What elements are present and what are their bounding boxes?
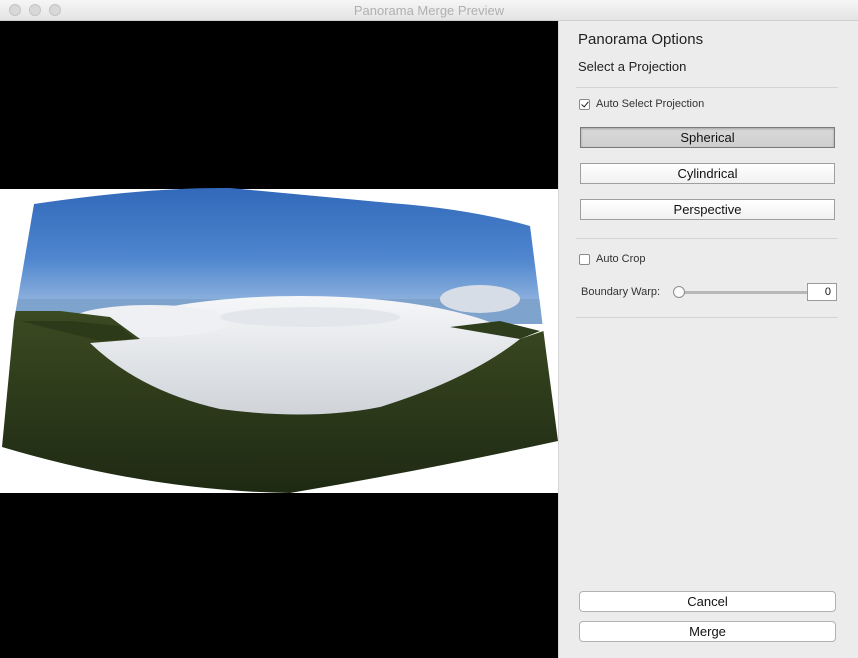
auto-select-projection-checkbox[interactable]: Auto Select Projection xyxy=(579,98,704,110)
panorama-preview xyxy=(0,21,558,658)
spherical-projection-button[interactable]: Spherical xyxy=(580,127,835,148)
auto-crop-checkbox[interactable]: Auto Crop xyxy=(579,253,646,265)
boundary-warp-slider-thumb[interactable] xyxy=(673,286,685,298)
auto-select-projection-label: Auto Select Projection xyxy=(596,98,705,110)
panel-title: Panorama Options xyxy=(578,31,704,48)
projection-heading: Select a Projection xyxy=(578,59,687,74)
cancel-button[interactable]: Cancel xyxy=(579,591,836,612)
title-bar[interactable]: Panorama Merge Preview xyxy=(0,0,858,21)
boundary-warp-slider[interactable] xyxy=(677,291,821,294)
checkbox-unchecked-icon[interactable] xyxy=(579,253,590,265)
panorama-options-panel: Panorama Options Select a Projection Aut… xyxy=(558,21,858,658)
boundary-warp-label: Boundary Warp: xyxy=(581,286,661,298)
panorama-image xyxy=(0,187,558,493)
merge-button[interactable]: Merge xyxy=(579,621,836,642)
divider xyxy=(576,238,838,239)
divider xyxy=(576,317,838,318)
panorama-merge-window: Panorama Merge Preview Panorama Options … xyxy=(0,0,858,658)
boundary-warp-value-field[interactable] xyxy=(807,283,837,301)
cylindrical-projection-button[interactable]: Cylindrical xyxy=(580,163,835,184)
perspective-projection-button[interactable]: Perspective xyxy=(580,199,835,220)
auto-crop-label: Auto Crop xyxy=(596,253,646,265)
divider xyxy=(576,87,838,88)
boundary-warp-row: Boundary Warp: xyxy=(581,283,837,301)
checkbox-checked-icon[interactable] xyxy=(579,98,590,110)
window-title: Panorama Merge Preview xyxy=(353,3,505,18)
